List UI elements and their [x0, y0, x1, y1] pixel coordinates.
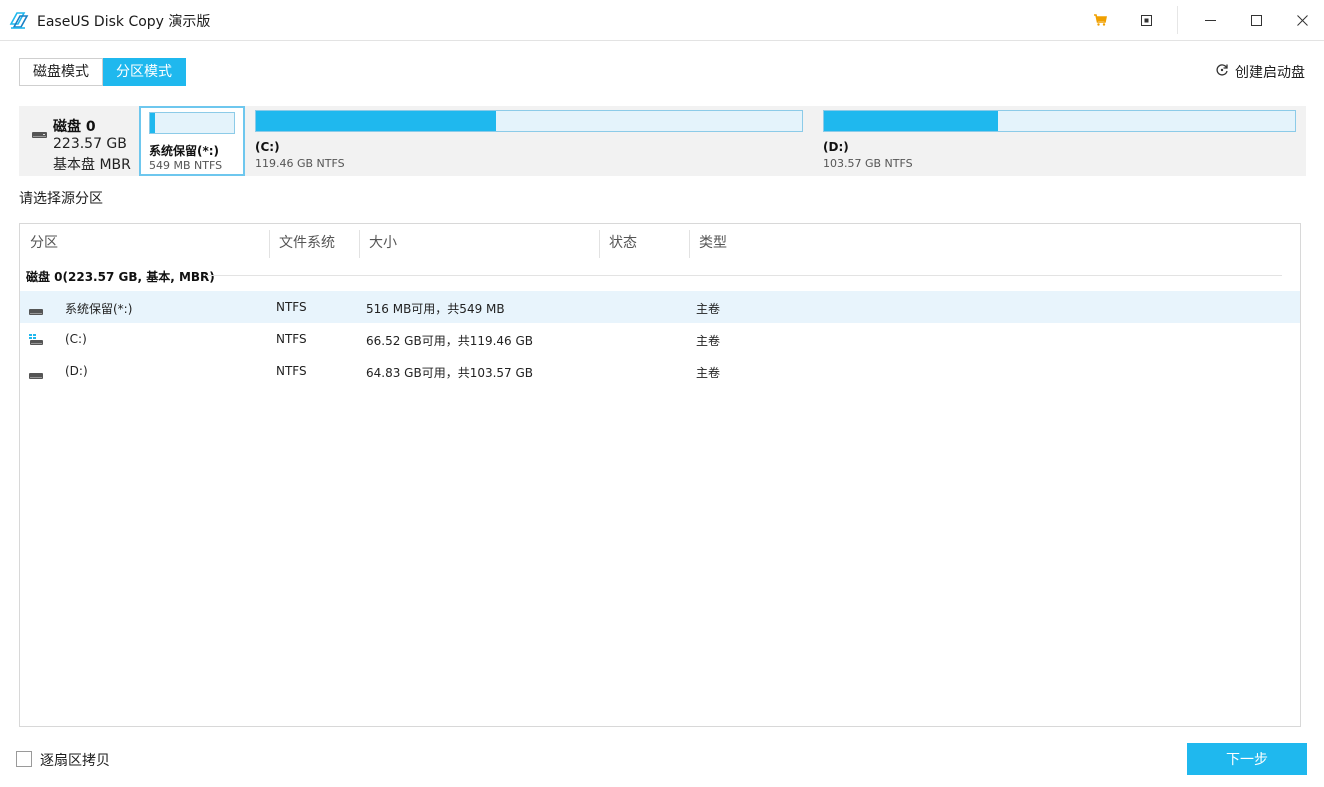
- next-button[interactable]: 下一步: [1187, 743, 1307, 775]
- mode-toggle: 磁盘模式 分区模式: [19, 58, 186, 86]
- cell-filesystem: NTFS: [276, 332, 307, 346]
- partition-block-label: 系统保留(*:): [149, 144, 220, 158]
- column-header-type[interactable]: 类型: [699, 232, 727, 252]
- window-title: EaseUS Disk Copy 演示版: [37, 14, 211, 30]
- partition-block-meta: 549 MB NTFS: [149, 159, 223, 172]
- pin-icon: [1140, 11, 1152, 30]
- partition-block-system-reserved[interactable]: 系统保留(*:) 549 MB NTFS: [139, 106, 245, 176]
- column-header-partition[interactable]: 分区: [30, 232, 58, 252]
- disk-size: 223.57 GB: [53, 136, 127, 152]
- drive-icon: [29, 301, 43, 320]
- disk-group-header: 磁盘 0(223.57 GB, 基本, MBR): [26, 270, 215, 284]
- cart-button[interactable]: [1077, 0, 1123, 40]
- pin-button[interactable]: [1123, 0, 1169, 40]
- maximize-button[interactable]: [1233, 0, 1279, 40]
- column-header-size[interactable]: 大小: [369, 232, 397, 252]
- cell-size: 64.83 GB可用，共103.57 GB: [366, 366, 534, 380]
- titlebar-divider: [1177, 6, 1178, 34]
- partition-usage-fill: [150, 113, 156, 133]
- partition-usage-bar: [823, 110, 1296, 132]
- partition-mode-button[interactable]: 分区模式: [103, 58, 186, 86]
- partition-usage-fill: [256, 111, 497, 131]
- partition-block-label: (D:): [823, 140, 849, 154]
- windows-drive-icon: [29, 331, 43, 350]
- table-row[interactable]: (C:) NTFS 66.52 GB可用，共119.46 GB 主卷: [20, 323, 1300, 355]
- sector-copy-label[interactable]: 逐扇区拷贝: [40, 750, 110, 770]
- cart-icon: [1093, 11, 1107, 30]
- cell-type: 主卷: [696, 302, 721, 316]
- column-divider: [359, 230, 360, 258]
- cell-type: 主卷: [696, 366, 721, 380]
- disk-name: 磁盘 0: [53, 119, 96, 135]
- sector-copy-checkbox[interactable]: [16, 751, 32, 767]
- partition-block-label: (C:): [255, 140, 280, 154]
- hdd-icon: [32, 124, 47, 143]
- cell-partition: (D:): [65, 364, 88, 378]
- easeus-logo-icon: [8, 9, 30, 31]
- minimize-button[interactable]: [1187, 0, 1233, 40]
- maximize-icon: [1250, 11, 1262, 30]
- cell-size: 516 MB可用，共549 MB: [366, 302, 505, 316]
- drive-icon: [29, 365, 43, 384]
- table-header: 分区 文件系统 大小 状态 类型: [20, 224, 1300, 262]
- column-header-filesystem[interactable]: 文件系统: [279, 232, 335, 252]
- group-divider: [206, 275, 1282, 276]
- partition-block-meta: 119.46 GB NTFS: [255, 157, 345, 170]
- disk-map-panel: 磁盘 0 223.57 GB 基本盘 MBR 系统保留(*:) 549 MB N…: [19, 106, 1306, 176]
- cell-type: 主卷: [696, 334, 721, 348]
- partition-usage-fill: [824, 111, 999, 131]
- partition-block-d[interactable]: (D:) 103.57 GB NTFS: [815, 106, 1300, 176]
- column-divider: [599, 230, 600, 258]
- cell-filesystem: NTFS: [276, 300, 307, 314]
- partition-block-c[interactable]: (C:) 119.46 GB NTFS: [247, 106, 807, 176]
- partition-usage-bar: [255, 110, 803, 132]
- disk-type: 基本盘 MBR: [53, 157, 131, 173]
- column-divider: [269, 230, 270, 258]
- close-icon: [1296, 11, 1308, 30]
- disk-info: 磁盘 0 223.57 GB 基本盘 MBR: [19, 106, 139, 176]
- select-source-prompt: 请选择源分区: [19, 191, 103, 207]
- partition-usage-bar: [149, 112, 235, 134]
- close-button[interactable]: [1279, 0, 1324, 40]
- minimize-icon: [1204, 11, 1216, 30]
- column-divider: [689, 230, 690, 258]
- cell-size: 66.52 GB可用，共119.46 GB: [366, 334, 534, 348]
- cell-partition: (C:): [65, 332, 87, 346]
- table-row[interactable]: (D:) NTFS 64.83 GB可用，共103.57 GB 主卷: [20, 355, 1300, 387]
- column-header-status[interactable]: 状态: [609, 232, 637, 252]
- title-bar: EaseUS Disk Copy 演示版: [0, 0, 1324, 41]
- create-boot-disk-label: 创建启动盘: [1235, 65, 1305, 81]
- disk-mode-button[interactable]: 磁盘模式: [19, 58, 103, 86]
- partition-table: 分区 文件系统 大小 状态 类型 磁盘 0(223.57 GB, 基本, MBR…: [19, 223, 1301, 727]
- cell-partition: 系统保留(*:): [65, 302, 133, 316]
- partition-block-meta: 103.57 GB NTFS: [823, 157, 913, 170]
- create-boot-disk-button[interactable]: 创建启动盘: [1215, 62, 1305, 82]
- refresh-disk-icon: [1215, 63, 1229, 81]
- cell-filesystem: NTFS: [276, 364, 307, 378]
- table-row[interactable]: 系统保留(*:) NTFS 516 MB可用，共549 MB 主卷: [20, 291, 1300, 323]
